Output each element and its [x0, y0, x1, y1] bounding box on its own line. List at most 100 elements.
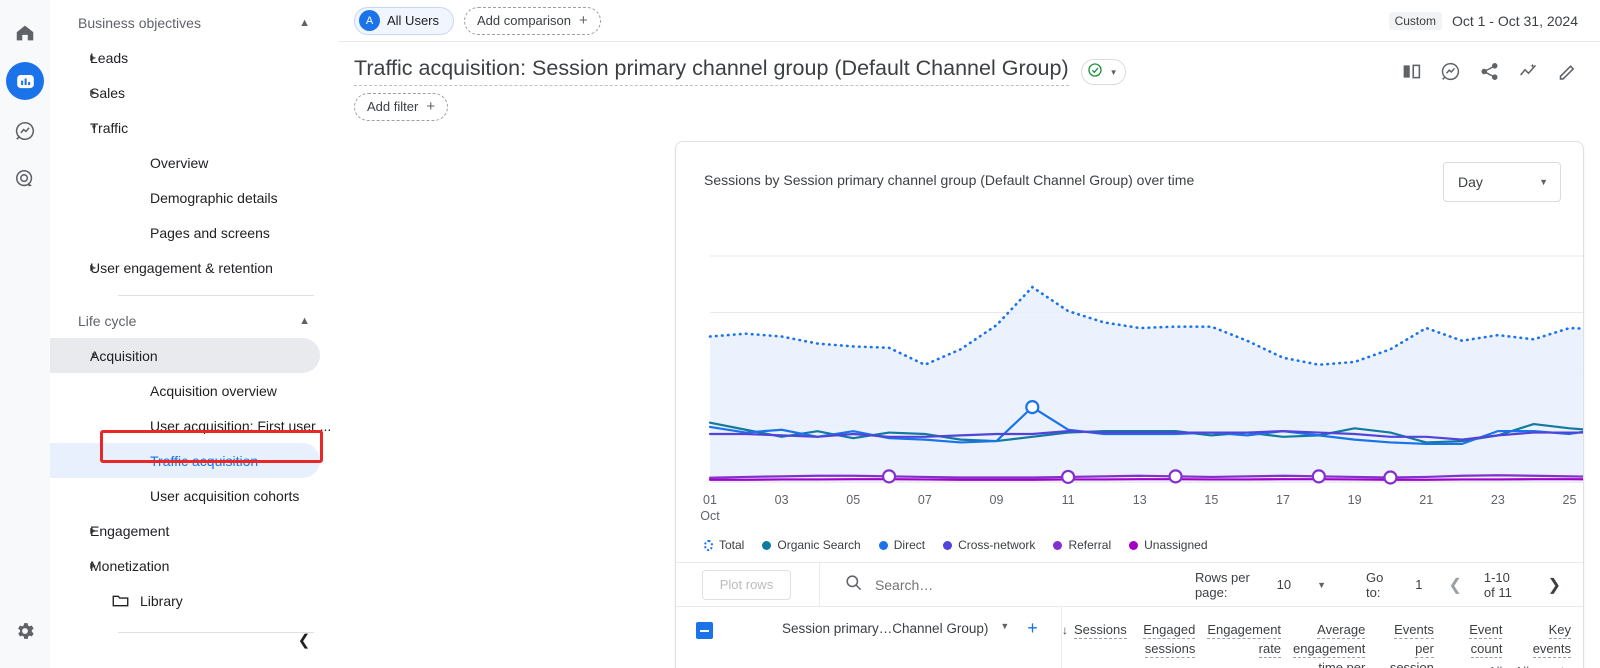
sidebar-item-demographic-details[interactable]: Demographic details — [50, 180, 320, 215]
collapse-sidebar-button[interactable]: ❮ — [292, 628, 316, 652]
share-icon[interactable] — [1479, 61, 1500, 82]
granularity-value: Day — [1458, 174, 1483, 190]
title-bar: Traffic acquisition: Session primary cha… — [338, 42, 1600, 86]
legend-label: Direct — [893, 538, 926, 552]
column-header-sessions[interactable]: ↓ Sessions — [1062, 607, 1139, 668]
sidebar-item-label: Leads — [90, 49, 129, 66]
dimension-name[interactable]: Session primary…Channel Group) — [782, 621, 988, 636]
sidebar-item-leads[interactable]: Leads — [50, 40, 320, 75]
sidebar-item-traffic[interactable]: Traffic — [50, 110, 320, 145]
chevron-up-icon[interactable]: ▲ — [299, 17, 310, 29]
prev-page-button[interactable]: ❮ — [1448, 575, 1461, 595]
all-users-chip[interactable]: A All Users — [354, 6, 455, 35]
svg-text:21: 21 — [1419, 493, 1433, 507]
legend-label: Cross-network — [958, 538, 1036, 552]
legend-item-unassigned[interactable]: Unassigned — [1129, 538, 1208, 552]
granularity-select[interactable]: Day ▼ — [1443, 162, 1561, 202]
sidebar-item-traffic-acquisition[interactable]: Traffic acquisition — [50, 443, 320, 478]
analytics-app: Business objectives ▲ Leads Sales Traffi… — [0, 0, 1600, 668]
rows-per-page-value[interactable]: 10 — [1277, 577, 1291, 592]
nav-sidebar: Business objectives ▲ Leads Sales Traffi… — [50, 0, 338, 668]
search-input[interactable] — [874, 576, 1195, 593]
legend-label: Unassigned — [1144, 538, 1208, 552]
legend-label: Organic Search — [777, 538, 861, 552]
chevron-right-icon — [50, 561, 90, 570]
legend-item-cross-network[interactable]: Cross-network — [943, 538, 1035, 552]
reports-icon[interactable] — [6, 62, 44, 100]
sidebar-item-label: User engagement & retention — [90, 259, 273, 276]
sidebar-item-acquisition[interactable]: Acquisition — [50, 338, 320, 373]
legend-color-dot — [704, 539, 713, 551]
column-label: Key events — [1532, 622, 1572, 658]
chart-canvas: 0200400600800010305070911131517192123252… — [700, 255, 1583, 523]
pagination: Rows per page: 10 ▼ Go to: 1 ❮ 1-10 of 1… — [1195, 570, 1583, 600]
add-comparison-label: Add comparison — [477, 13, 571, 28]
date-range-selector[interactable]: Oct 1 - Oct 31, 2024 — [1452, 13, 1578, 29]
event-count-filter[interactable]: All events▼ — [1446, 663, 1502, 668]
sidebar-item-label: Pages and screens — [150, 224, 270, 241]
column-label: Event count — [1469, 622, 1503, 658]
svg-text:11: 11 — [1062, 493, 1075, 507]
sidebar-item-monetization[interactable]: Monetization — [50, 548, 320, 583]
page-title[interactable]: Traffic acquisition: Session primary cha… — [354, 56, 1069, 86]
insights-icon[interactable] — [1440, 61, 1461, 82]
plot-rows-button[interactable]: Plot rows — [702, 569, 791, 600]
nav-section-life-cycle[interactable]: Life cycle ▲ — [56, 304, 332, 338]
add-comparison-button[interactable]: Add comparison + — [464, 6, 601, 35]
next-page-button[interactable]: ❯ — [1548, 575, 1561, 595]
column-header-events-per-session[interactable]: Events per session — [1377, 607, 1446, 668]
status-badge[interactable]: ▼ — [1080, 59, 1126, 85]
sidebar-item-label: User acquisition cohorts — [150, 487, 300, 504]
chevron-up-icon[interactable]: ▲ — [299, 315, 310, 327]
explore-icon[interactable] — [2, 108, 48, 154]
add-filter-button[interactable]: Add filter + — [354, 92, 449, 121]
sidebar-item-engagement[interactable]: Engagement — [50, 513, 320, 548]
legend-item-referral[interactable]: Referral — [1053, 538, 1111, 552]
home-icon[interactable] — [2, 10, 48, 56]
folder-icon — [112, 594, 129, 607]
legend-item-total[interactable]: Total — [704, 538, 744, 552]
svg-text:01: 01 — [703, 493, 717, 507]
svg-text:07: 07 — [918, 493, 932, 507]
legend-item-organic-search[interactable]: Organic Search — [762, 538, 861, 552]
chevron-down-icon[interactable]: ▼ — [1317, 580, 1326, 590]
compare-icon[interactable] — [1401, 61, 1422, 82]
select-all-checkbox[interactable] — [696, 622, 713, 639]
rows-per-page-label: Rows per page: — [1194, 569, 1250, 600]
trend-icon[interactable] — [1518, 61, 1539, 82]
advertising-icon[interactable] — [2, 156, 48, 202]
legend-label: Referral — [1068, 538, 1112, 552]
sidebar-item-acquisition-overview[interactable]: Acquisition overview — [50, 373, 320, 408]
sidebar-item-user-acquisition-first-user[interactable]: User acquisition: First user ... — [50, 408, 331, 443]
sidebar-item-overview[interactable]: Overview — [50, 145, 320, 180]
sidebar-item-library[interactable]: Library — [50, 583, 320, 618]
gear-icon[interactable] — [2, 608, 48, 654]
goto-value[interactable]: 1 — [1415, 577, 1422, 592]
chevron-down-icon[interactable]: ▼ — [1000, 621, 1009, 631]
sidebar-item-user-acquisition-cohorts[interactable]: User acquisition cohorts — [50, 478, 320, 513]
nav-section-business-objectives[interactable]: Business objectives ▲ — [56, 6, 332, 40]
column-header-engagement-rate[interactable]: Engagement rate — [1207, 607, 1293, 668]
sidebar-item-pages-and-screens[interactable]: Pages and screens — [50, 215, 320, 250]
column-header-engaged-sessions[interactable]: Engaged sessions — [1139, 607, 1208, 668]
sidebar-item-user-engagement-retention[interactable]: User engagement & retention — [50, 250, 320, 285]
icon-rail — [0, 0, 50, 668]
column-header-event-count[interactable]: Event count All events▼ — [1446, 607, 1515, 668]
chart-legend: Total Organic Search Direct Cross-network Re… — [676, 534, 1583, 552]
column-header-key-events[interactable]: Key events All events — [1514, 607, 1583, 668]
sidebar-item-label: Overview — [150, 154, 209, 171]
time-series-chart[interactable]: 0200400600800010305070911131517192123252… — [676, 204, 1583, 534]
chevron-down-icon — [50, 351, 90, 360]
svg-text:15: 15 — [1204, 493, 1218, 507]
chevron-right-icon — [50, 88, 90, 97]
event-count-filter-label: All events — [1448, 664, 1502, 668]
legend-item-direct[interactable]: Direct — [878, 538, 926, 552]
chevron-down-icon — [50, 123, 90, 132]
edit-icon[interactable] — [1557, 61, 1578, 82]
report-card: Sessions by Session primary channel grou… — [675, 141, 1584, 668]
svg-text:25: 25 — [1563, 493, 1577, 507]
goto-label: Go to: — [1366, 569, 1384, 600]
column-header-avg-engagement-time[interactable]: Average engagement time per — [1293, 607, 1377, 668]
sidebar-item-sales[interactable]: Sales — [50, 75, 320, 110]
add-dimension-button[interactable]: + — [1027, 619, 1038, 638]
